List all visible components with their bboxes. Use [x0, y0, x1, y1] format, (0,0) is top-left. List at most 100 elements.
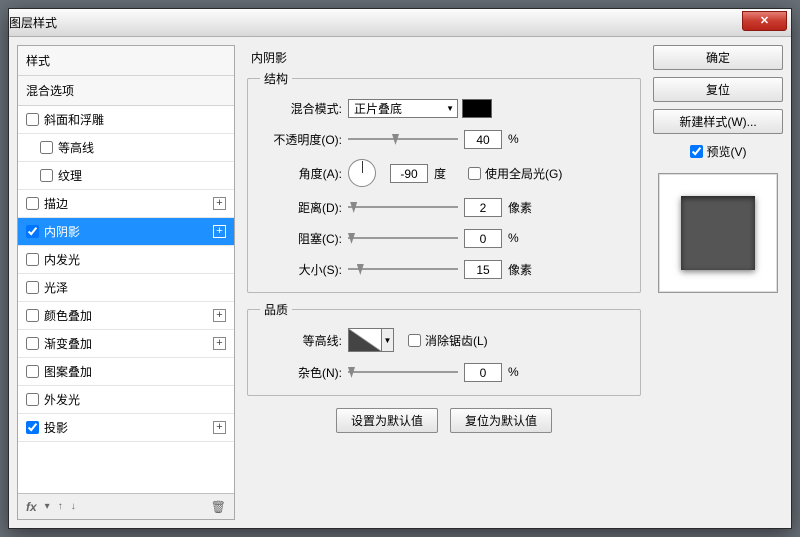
add-icon[interactable]: +: [213, 421, 226, 434]
style-label: 图案叠加: [44, 363, 92, 380]
antialias-checkbox[interactable]: [408, 334, 421, 347]
choke-unit: %: [508, 231, 532, 245]
distance-label: 距离(D):: [260, 199, 348, 216]
noise-slider[interactable]: [348, 364, 458, 380]
preview-box: [658, 173, 778, 293]
choke-label: 阻塞(C):: [260, 230, 348, 247]
layer-style-dialog: 图层样式 ✕ 样式 混合选项 斜面和浮雕 等高线 纹理 描边+ 内阴影+ 内发光…: [8, 8, 792, 529]
angle-input[interactable]: -90: [390, 164, 428, 183]
style-label: 纹理: [58, 167, 82, 184]
contour-picker[interactable]: [348, 328, 382, 352]
add-icon[interactable]: +: [213, 225, 226, 238]
choke-slider[interactable]: [348, 230, 458, 246]
style-item-texture[interactable]: 纹理: [18, 162, 234, 190]
reset-button[interactable]: 复位: [653, 77, 783, 102]
add-icon[interactable]: +: [213, 197, 226, 210]
style-item-inner-shadow[interactable]: 内阴影+: [18, 218, 234, 246]
style-item-gradient-overlay[interactable]: 渐变叠加 +: [18, 330, 234, 358]
new-style-button[interactable]: 新建样式(W)...: [653, 109, 783, 134]
style-label: 外发光: [44, 391, 80, 408]
style-item-pattern-overlay[interactable]: 图案叠加: [18, 358, 234, 386]
gradient-overlay-checkbox[interactable]: [26, 337, 39, 350]
angle-dial[interactable]: [348, 159, 376, 187]
stroke-checkbox[interactable]: [26, 197, 39, 210]
quality-group: 品质 等高线: ▼ 消除锯齿(L) 杂色(N): 0 %: [247, 301, 641, 396]
distance-slider[interactable]: [348, 199, 458, 215]
distance-input[interactable]: 2: [464, 198, 502, 217]
opacity-unit: %: [508, 132, 532, 146]
style-item-inner-glow[interactable]: 内发光: [18, 246, 234, 274]
drop-shadow-checkbox[interactable]: [26, 421, 39, 434]
window-title: 图层样式: [9, 14, 57, 31]
satin-checkbox[interactable]: [26, 281, 39, 294]
color-swatch[interactable]: [462, 99, 492, 118]
style-label: 描边: [44, 195, 68, 212]
styles-sidebar: 样式 混合选项 斜面和浮雕 等高线 纹理 描边 + 内阴影+ 内发光 光泽 颜色叠…: [17, 45, 235, 520]
texture-checkbox[interactable]: [40, 169, 53, 182]
choke-input[interactable]: 0: [464, 229, 502, 248]
noise-input[interactable]: 0: [464, 363, 502, 382]
outer-glow-checkbox[interactable]: [26, 393, 39, 406]
size-slider[interactable]: [348, 261, 458, 277]
size-input[interactable]: 15: [464, 260, 502, 279]
client-area: 样式 混合选项 斜面和浮雕 等高线 纹理 描边+ 内阴影+ 内发光 光泽 颜色叠…: [9, 37, 791, 528]
titlebar[interactable]: 图层样式 ✕: [9, 9, 791, 37]
style-label: 内发光: [44, 251, 80, 268]
quality-legend: 品质: [260, 301, 292, 318]
contour-label: 等高线:: [260, 332, 348, 349]
size-label: 大小(S):: [260, 261, 348, 278]
opacity-label: 不透明度(O):: [260, 131, 348, 148]
style-label: 光泽: [44, 279, 68, 296]
inner-shadow-checkbox[interactable]: [26, 225, 39, 238]
style-item-contour[interactable]: 等高线: [18, 134, 234, 162]
structure-group: 结构 混合模式: 正片叠底 ▼ 不透明度(O): 40 % 角度(A: [247, 70, 641, 293]
style-label: 颜色叠加: [44, 307, 92, 324]
blend-mode-select[interactable]: 正片叠底 ▼: [348, 99, 458, 118]
style-item-outer-glow[interactable]: 外发光: [18, 386, 234, 414]
reset-default-button[interactable]: 复位为默认值: [450, 408, 552, 433]
move-up-icon[interactable]: ↑: [58, 501, 63, 512]
global-light-checkbox[interactable]: [468, 167, 481, 180]
pattern-overlay-checkbox[interactable]: [26, 365, 39, 378]
fx-menu-icon[interactable]: fx: [26, 500, 37, 514]
blending-options[interactable]: 混合选项: [18, 76, 234, 106]
opacity-slider[interactable]: [348, 131, 458, 147]
style-item-bevel[interactable]: 斜面和浮雕: [18, 106, 234, 134]
right-column: 确定 复位 新建样式(W)... 预览(V): [653, 45, 783, 520]
style-item-color-overlay[interactable]: 颜色叠加 +: [18, 302, 234, 330]
style-item-stroke[interactable]: 描边 +: [18, 190, 234, 218]
bevel-checkbox[interactable]: [26, 113, 39, 126]
close-button[interactable]: ✕: [742, 11, 787, 31]
noise-unit: %: [508, 365, 532, 379]
make-default-button[interactable]: 设置为默认值: [336, 408, 438, 433]
style-label: 渐变叠加: [44, 335, 92, 352]
global-light-label: 使用全局光(G): [485, 165, 562, 182]
settings-panel: 内阴影 结构 混合模式: 正片叠底 ▼ 不透明度(O): 40 %: [243, 45, 645, 520]
contour-checkbox[interactable]: [40, 141, 53, 154]
panel-title: 内阴影: [247, 47, 641, 70]
chevron-down-icon: ▼: [446, 104, 454, 113]
color-overlay-checkbox[interactable]: [26, 309, 39, 322]
contour-dropdown-icon[interactable]: ▼: [382, 328, 394, 352]
ok-button[interactable]: 确定: [653, 45, 783, 70]
preview-checkbox[interactable]: [690, 145, 703, 158]
style-label: 等高线: [58, 139, 94, 156]
distance-unit: 像素: [508, 199, 532, 216]
inner-glow-checkbox[interactable]: [26, 253, 39, 266]
styles-header[interactable]: 样式: [18, 46, 234, 76]
angle-label: 角度(A):: [260, 165, 348, 182]
add-icon[interactable]: +: [213, 309, 226, 322]
opacity-input[interactable]: 40: [464, 130, 502, 149]
trash-icon[interactable]: 🗑: [211, 500, 226, 514]
style-label: 投影: [44, 419, 68, 436]
style-item-drop-shadow[interactable]: 投影 +: [18, 414, 234, 442]
move-down-icon[interactable]: ↓: [71, 501, 76, 512]
blend-mode-label: 混合模式:: [260, 100, 348, 117]
preview-label: 预览(V): [707, 143, 747, 160]
style-list: 样式 混合选项 斜面和浮雕 等高线 纹理 描边 + 内阴影+ 内发光 光泽 颜色叠…: [18, 46, 234, 493]
fx-menu-caret[interactable]: ▾: [45, 501, 50, 512]
add-icon[interactable]: +: [213, 337, 226, 350]
blend-mode-value: 正片叠底: [354, 100, 402, 117]
style-item-satin[interactable]: 光泽: [18, 274, 234, 302]
structure-legend: 结构: [260, 70, 292, 87]
